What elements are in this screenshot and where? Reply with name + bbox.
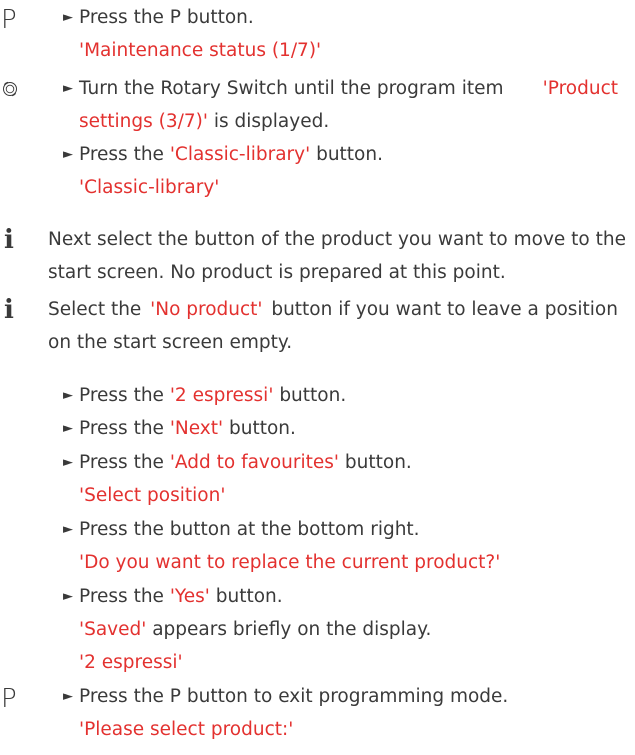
info-note2-line2: on the start screen empty. [48, 332, 293, 353]
step-text: is displayed. [213, 111, 330, 132]
bullet-arrow: ► [63, 147, 73, 162]
step-press-classic-library: ► Press the 'Classic-library' button. [63, 144, 383, 165]
program-item-name-cont: settings (3/7)' [79, 111, 208, 132]
info-icon: i [4, 225, 14, 255]
bullet-arrow: ► [63, 689, 73, 704]
button-name: 'Classic-library' [169, 144, 311, 165]
bullet-arrow: ► [63, 589, 73, 604]
info-icon: i [4, 295, 14, 325]
step-turn-rotary-cont: settings (3/7)' is displayed. [79, 111, 330, 132]
bullet-arrow: ► [63, 421, 73, 436]
button-name: 'No product' [150, 299, 263, 320]
step-press-add-favourites: ► Press the 'Add to favourites' button. [63, 452, 412, 473]
step-press-yes: ► Press the 'Yes' button. [63, 586, 283, 607]
bullet-arrow: ► [63, 81, 73, 96]
display-message: 'Please select product:' [79, 719, 294, 740]
step-text: Press the P button. [79, 7, 254, 28]
program-item-name: 'Product [542, 78, 618, 99]
display-message: 'Do you want to replace the current prod… [79, 552, 501, 573]
bullet-arrow: ► [63, 455, 73, 470]
button-name: 'Add to favourites' [169, 452, 340, 473]
saved-note: 'Saved' appears briefly on the display. [79, 619, 432, 640]
button-name: 'Next' [169, 418, 224, 439]
display-message: 'Saved' [79, 619, 147, 640]
p-button-symbol: P [1, 684, 17, 714]
display-message: 'Classic-library' [79, 177, 220, 198]
step-press-p: ► Press the P button. [63, 7, 254, 28]
step-turn-rotary: ► Turn the Rotary Switch until the progra… [63, 78, 618, 99]
info-note-line2: start screen. No product is prepared at … [48, 262, 506, 283]
display-message: 'Maintenance status (1/7)' [79, 40, 322, 61]
bullet-arrow: ► [63, 522, 73, 537]
rotary-switch-icon [3, 81, 17, 97]
step-press-next: ► Press the 'Next' button. [63, 418, 296, 439]
step-press-2-espressi: ► Press the '2 espressi' button. [63, 385, 347, 406]
info-note2-line1: Select the 'No product' button if you wa… [48, 299, 618, 320]
button-name: 'Yes' [169, 586, 210, 607]
step-press-bottom-right: ► Press the button at the bottom right. [63, 519, 420, 540]
step-exit-programming: ► Press the P button to exit programming … [63, 686, 509, 707]
bullet-arrow: ► [63, 388, 73, 403]
button-name: '2 espressi' [169, 385, 274, 406]
bullet-arrow: ► [63, 10, 73, 25]
display-message: '2 espressi' [79, 652, 183, 673]
p-button-symbol: P [1, 5, 17, 35]
display-message: 'Select position' [79, 485, 226, 506]
step-text: Turn the Rotary Switch until the program… [79, 78, 504, 99]
info-note-line1: Next select the button of the product yo… [48, 229, 626, 250]
